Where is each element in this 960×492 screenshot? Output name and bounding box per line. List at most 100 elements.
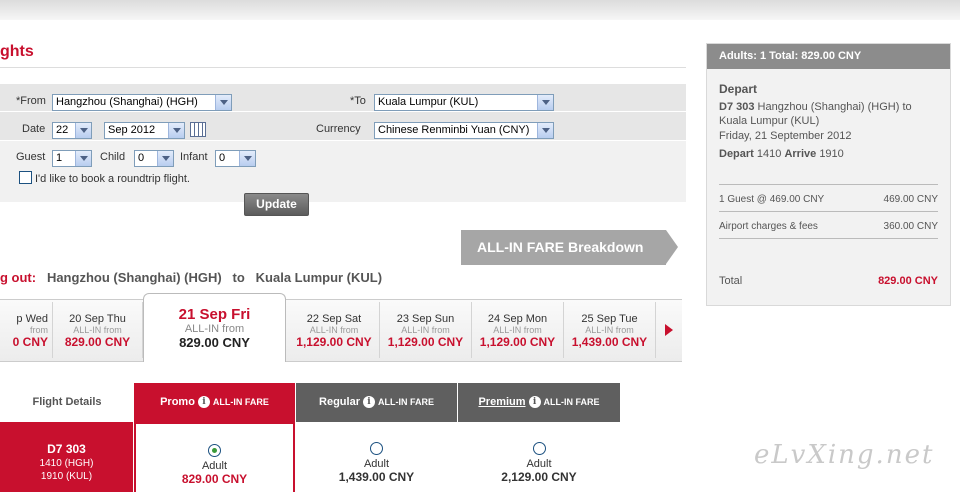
chevron-down-icon <box>157 151 173 166</box>
date-day-value: 22 <box>56 124 69 136</box>
summary-times: Depart 1410 Arrive 1910 <box>719 148 844 160</box>
date-tab-sub: ALL-IN from <box>493 325 542 335</box>
child-label: Child <box>100 151 126 163</box>
date-tab-price: 829.00 CNY <box>64 335 131 349</box>
fare-option-promo[interactable]: Adult 829.00 CNY <box>134 422 295 492</box>
chevron-down-icon <box>168 123 184 138</box>
fare-radio[interactable] <box>370 442 383 455</box>
fare-passenger-type: Adult <box>363 458 390 470</box>
fare-col-premium[interactable]: Premium i ALL-IN FARE <box>458 383 620 422</box>
route-destination: Kuala Lumpur (KUL) <box>255 270 383 285</box>
calendar-icon[interactable] <box>190 122 206 137</box>
infant-value: 0 <box>219 152 226 164</box>
child-value: 0 <box>138 152 145 164</box>
infant-select[interactable]: 0 <box>215 150 256 167</box>
fare-option-premium[interactable]: Adult 2,129.00 CNY <box>458 422 620 492</box>
date-tab-sub: ALL-IN from <box>401 325 450 335</box>
date-tab-sub: ALL-IN from <box>309 325 359 335</box>
update-button[interactable]: Update <box>244 193 309 216</box>
date-tab-sub: ALL-IN from <box>184 323 245 335</box>
date-label: Date <box>22 123 46 135</box>
summary-date: Friday, 21 September 2012 <box>719 130 852 142</box>
date-tab-name: p Wed <box>16 313 48 325</box>
fare-price: 2,129.00 CNY <box>501 470 577 484</box>
date-day-select[interactable]: 22 <box>52 122 92 139</box>
form-row-divider <box>0 140 686 141</box>
from-value: Hangzhou (Shanghai) (HGH) <box>56 96 198 108</box>
child-select[interactable]: 0 <box>134 150 174 167</box>
fare-breakdown-button[interactable]: ALL-IN FARE Breakdown <box>461 230 678 265</box>
summary-header: Adults: 1 Total: 829.00 CNY <box>707 44 950 69</box>
summary-guest-amount: 469.00 CNY <box>883 194 938 205</box>
chevron-down-icon <box>75 123 91 138</box>
flight-departure: 1410 (HGH) <box>39 458 94 469</box>
summary-divider <box>719 211 938 212</box>
currency-label: Currency <box>316 123 361 135</box>
date-tab[interactable]: 22 Sep Sat ALL-IN from 1,129.00 CNY <box>289 302 380 358</box>
title-divider <box>0 67 686 68</box>
info-icon[interactable]: i <box>362 396 375 409</box>
chevron-down-icon <box>75 151 91 166</box>
fare-passenger-type: Adult <box>526 458 552 470</box>
route-origin: Hangzhou (Shanghai) (HGH) <box>46 270 222 285</box>
fare-radio[interactable] <box>208 444 221 457</box>
date-tab-sub: ALL-IN from <box>73 325 122 335</box>
from-select[interactable]: Hangzhou (Shanghai) (HGH) <box>52 94 232 111</box>
summary-total-amount: 829.00 CNY <box>878 275 938 287</box>
fare-col-name: Regular <box>319 396 360 408</box>
fare-price: 1,439.00 CNY <box>338 470 415 484</box>
watermark: eLvXing.net <box>754 440 935 470</box>
roundtrip-checkbox[interactable] <box>19 171 32 184</box>
fare-col-name[interactable]: Premium <box>478 396 525 408</box>
fare-option-regular[interactable]: Adult 1,439.00 CNY <box>296 422 457 492</box>
route-heading: g out: Hangzhou (Shanghai) (HGH) to Kual… <box>0 270 382 285</box>
date-tab-selected[interactable]: 21 Sep Fri ALL-IN from 829.00 CNY <box>143 293 286 362</box>
summary-flight-no: D7 303 <box>719 101 755 113</box>
fare-col-tag: ALL-IN FARE <box>377 397 434 407</box>
summary-guest-line: 1 Guest @ 469.00 CNY <box>719 194 825 205</box>
date-tab-name: 21 Sep Fri <box>178 306 251 323</box>
date-tab[interactable]: 20 Sep Thu ALL-IN from 829.00 CNY <box>53 302 143 358</box>
date-tab[interactable]: 25 Sep Tue ALL-IN from 1,439.00 CNY <box>564 302 656 358</box>
date-tab-name: 24 Sep Mon <box>487 313 548 325</box>
summary-depart-time: 1410 <box>756 148 782 160</box>
roundtrip-label: I'd like to book a roundtrip flight. <box>35 173 190 185</box>
fare-passenger-type: Adult <box>201 460 228 472</box>
guest-value: 1 <box>56 152 63 164</box>
date-tab[interactable]: p Wed from 0 CNY <box>0 302 53 358</box>
fare-radio[interactable] <box>532 442 546 455</box>
fare-col-regular[interactable]: Regular i ALL-IN FARE <box>296 383 457 422</box>
date-tab-price: 1,129.00 CNY <box>387 335 464 349</box>
summary-arrive-time: 1910 <box>819 148 844 160</box>
summary-total-label: Total <box>719 275 743 287</box>
fare-col-tag: ALL-IN FARE <box>543 397 600 407</box>
fare-col-tag: ALL-IN FARE <box>212 397 269 407</box>
chevron-down-icon <box>537 123 553 138</box>
summary-depart-label: Depart <box>719 148 754 160</box>
date-month-select[interactable]: Sep 2012 <box>104 122 185 139</box>
fare-col-name: Promo <box>160 396 195 408</box>
route-to: to <box>232 270 245 285</box>
page-title: ghts <box>0 43 34 60</box>
next-dates-arrow-icon[interactable] <box>665 324 673 336</box>
info-icon[interactable]: i <box>197 396 210 409</box>
date-tab[interactable]: 23 Sep Sun ALL-IN from 1,129.00 CNY <box>380 302 472 358</box>
guest-select[interactable]: 1 <box>52 150 92 167</box>
date-month-value: Sep 2012 <box>108 124 156 136</box>
flight-arrival: 1910 (KUL) <box>40 471 93 482</box>
summary-flight: D7 303 Hangzhou (Shanghai) (HGH) to Kual… <box>719 100 941 128</box>
top-band <box>0 0 960 20</box>
summary-depart-title: Depart <box>719 82 758 96</box>
date-tab-name: 22 Sep Sat <box>306 313 362 325</box>
summary-fees-line: Airport charges & fees <box>719 221 818 232</box>
currency-select[interactable]: Chinese Renminbi Yuan (CNY) <box>374 122 554 139</box>
to-select[interactable]: Kuala Lumpur (KUL) <box>374 94 554 111</box>
chevron-down-icon <box>537 95 553 110</box>
date-tab-sub: ALL-IN from <box>585 325 634 335</box>
fare-col-promo[interactable]: Promo i ALL-IN FARE <box>134 383 295 422</box>
info-icon[interactable]: i <box>528 396 541 409</box>
date-tab[interactable]: 24 Sep Mon ALL-IN from 1,129.00 CNY <box>472 302 564 358</box>
date-tab-sub: from <box>30 325 48 335</box>
date-tab-name: 20 Sep Thu <box>69 313 126 325</box>
to-value: Kuala Lumpur (KUL) <box>378 96 479 108</box>
